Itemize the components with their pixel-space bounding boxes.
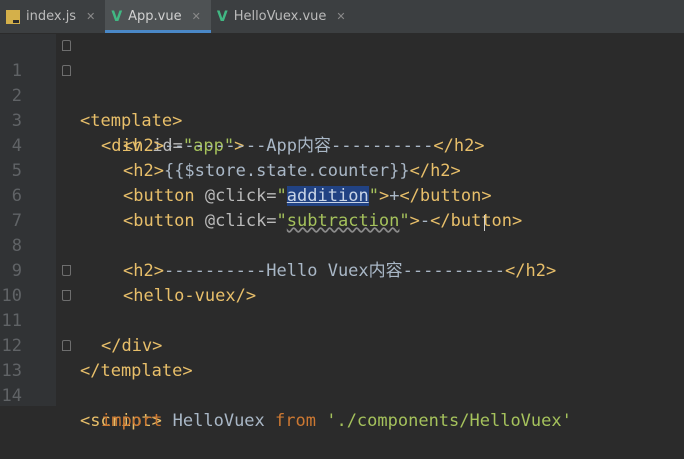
mouse-cursor xyxy=(484,215,485,231)
tab-label: App.vue xyxy=(128,9,182,24)
code-line: 11 </template> xyxy=(0,284,684,381)
code-line: 6 <button @click="subtraction">-</button… xyxy=(0,159,684,231)
code-line: 9 <hello-vuex/> xyxy=(0,234,684,306)
close-icon[interactable]: ✕ xyxy=(192,10,201,23)
code-editor[interactable]: 1 <template> 2 <div id="app"> 3 <h2>----… xyxy=(0,34,684,431)
tab-app-vue[interactable]: V App.vue ✕ xyxy=(105,0,211,33)
fold-icon[interactable] xyxy=(62,40,71,51)
code-line: 1 <template> xyxy=(0,34,684,131)
line-number: 14 xyxy=(1,386,22,406)
fold-icon[interactable] xyxy=(62,265,71,276)
code-line: 14 import HelloVuex from './components/H… xyxy=(0,359,684,431)
fold-icon[interactable] xyxy=(62,65,71,76)
code-line: 3 <h2>----------App内容----------</h2> xyxy=(0,84,684,156)
fold-icon[interactable] xyxy=(62,290,71,301)
code-text: import HelloVuex from './components/Hell… xyxy=(101,411,572,431)
vue-file-icon: V xyxy=(216,8,228,25)
close-icon[interactable]: ✕ xyxy=(336,10,345,23)
code-line: 12 xyxy=(0,309,684,356)
tab-label: HelloVuex.vue xyxy=(233,9,327,24)
code-line: 8 <h2>----------Hello Vuex内容----------</… xyxy=(0,209,684,281)
code-line: 2 <div id="app"> xyxy=(0,59,684,156)
code-line: 4 <h2>{{$store.state.counter}}</h2> xyxy=(0,109,684,181)
tab-hellovuex-vue[interactable]: V HelloVuex.vue ✕ xyxy=(211,0,356,33)
code-line: 10 </div> xyxy=(0,259,684,356)
code-line: 13 <script> xyxy=(0,334,684,431)
fold-icon[interactable] xyxy=(62,340,71,351)
vue-file-icon: V xyxy=(111,8,123,25)
tab-index-js[interactable]: index.js ✕ xyxy=(0,0,105,33)
code-line: 7 xyxy=(0,184,684,231)
code-line: 5 <button @click="addition">+</button> xyxy=(0,134,684,206)
editor-tab-bar: index.js ✕ V App.vue ✕ V HelloVuex.vue ✕ xyxy=(0,0,684,34)
tab-label: index.js xyxy=(26,9,77,24)
close-icon[interactable]: ✕ xyxy=(86,10,95,23)
js-file-icon xyxy=(6,9,20,24)
